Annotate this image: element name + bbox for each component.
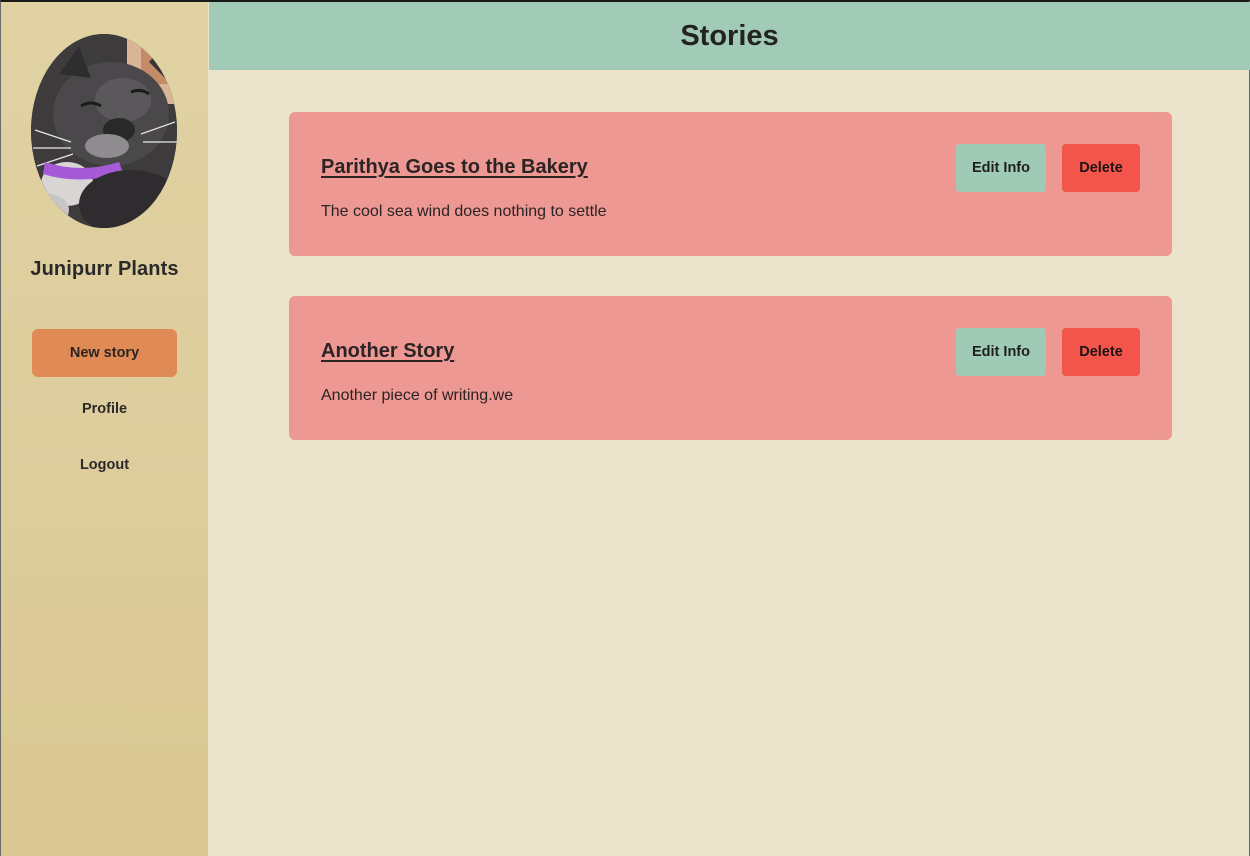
story-description: The cool sea wind does nothing to settle	[321, 203, 607, 220]
username: Junipurr Plants	[30, 258, 179, 280]
sidebar: Junipurr Plants New story Profile Logout	[1, 2, 208, 856]
nav-profile-link[interactable]: Profile	[1, 401, 208, 417]
cat-photo-avatar	[31, 34, 177, 228]
story-card: Another Story Another piece of writing.w…	[289, 296, 1172, 440]
page-title: Stories	[680, 19, 779, 52]
page-header: Stories	[209, 2, 1250, 70]
nav-logout-link[interactable]: Logout	[1, 457, 208, 473]
app-window: Junipurr Plants New story Profile Logout…	[0, 0, 1250, 856]
delete-button[interactable]: Delete	[1062, 144, 1140, 192]
story-title-link[interactable]: Parithya Goes to the Bakery	[321, 156, 588, 179]
story-description: Another piece of writing.we	[321, 387, 514, 404]
story-card: Parithya Goes to the Bakery The cool sea…	[289, 112, 1172, 256]
delete-button[interactable]: Delete	[1062, 328, 1140, 376]
edit-info-button[interactable]: Edit Info	[956, 328, 1046, 376]
new-story-button[interactable]: New story	[32, 329, 177, 377]
story-title-link[interactable]: Another Story	[321, 340, 454, 363]
avatar	[31, 34, 177, 228]
edit-info-button[interactable]: Edit Info	[956, 144, 1046, 192]
